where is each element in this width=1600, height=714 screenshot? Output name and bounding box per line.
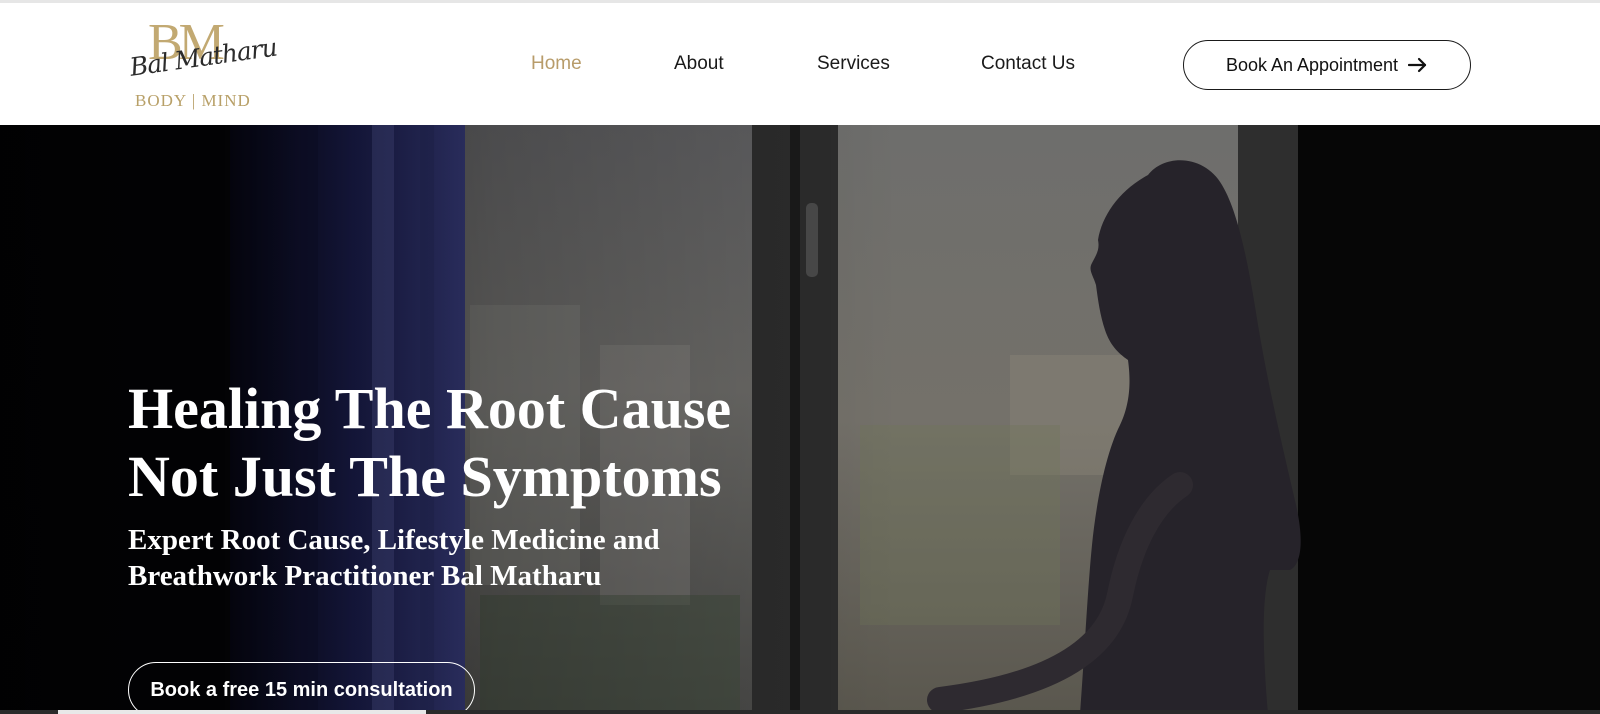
hero-section: Healing The Root Cause Not Just The Symp… [0,125,1600,714]
nav-services[interactable]: Services [817,53,890,75]
nav-home[interactable]: Home [531,53,582,75]
nav-about[interactable]: About [674,53,724,75]
nav-contact-us[interactable]: Contact Us [981,53,1075,75]
hero-subtitle: Expert Root Cause, Lifestyle Medicine an… [128,522,768,594]
slide-progress-fill [58,710,426,714]
site-header: BM Bal Matharu BODY | MIND Home About Se… [0,3,1600,125]
hero-title: Healing The Root Cause Not Just The Symp… [128,375,848,511]
hero-subtitle-line-1: Expert Root Cause, Lifestyle Medicine an… [128,524,660,556]
free-consultation-button[interactable]: Book a free 15 min consultation [128,662,475,714]
logo-tagline: BODY | MIND [135,91,251,110]
book-appointment-label: Book An Appointment [1225,54,1399,75]
free-consultation-label: Book a free 15 min consultation [150,678,453,701]
hero-title-line-1: Healing The Root Cause [128,376,732,441]
brand-logo[interactable]: BM Bal Matharu BODY | MIND [126,15,282,115]
arrow-right-icon [1408,57,1428,73]
hero-subtitle-line-2: Breathwork Practitioner Bal Matharu [128,560,602,592]
slide-progress-track [0,710,1600,714]
book-appointment-button[interactable]: Book An Appointment [1183,40,1471,90]
hero-title-line-2: Not Just The Symptoms [128,444,722,509]
